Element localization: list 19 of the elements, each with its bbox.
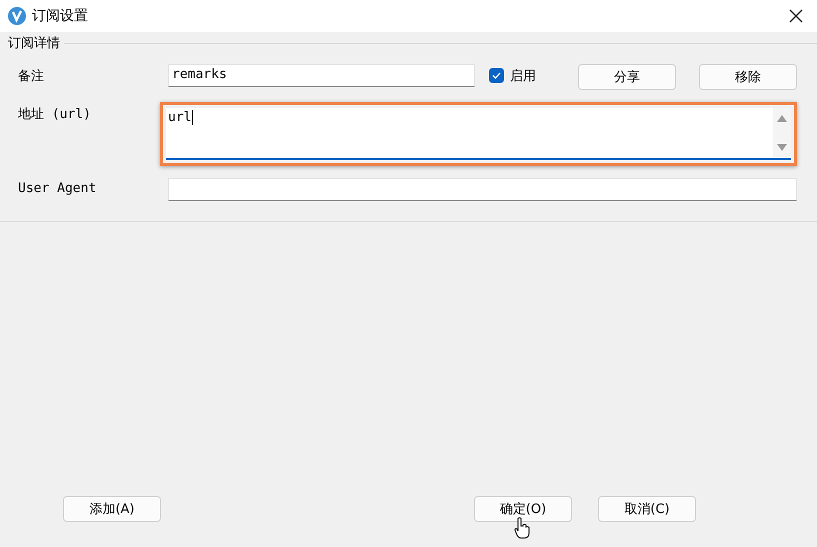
field-label: 地址 (url)	[18, 106, 92, 123]
checkbox-label: 启用	[510, 68, 536, 84]
app-logo-icon	[8, 7, 26, 25]
scroll-up-icon[interactable]	[777, 114, 787, 122]
input-field[interactable]: remarks	[168, 64, 475, 87]
text-area[interactable]: url	[166, 108, 791, 160]
add-button[interactable]: 添加(A)	[63, 496, 161, 522]
window-title: 订阅设置	[32, 7, 89, 25]
group-title: 订阅详情	[8, 35, 60, 52]
close-icon[interactable]	[789, 9, 803, 23]
hand-cursor-icon	[514, 517, 530, 539]
field-label: User Agent	[18, 180, 98, 196]
scroll-down-icon[interactable]	[777, 144, 787, 152]
action-button[interactable]: 分享	[578, 64, 676, 90]
dialog-button[interactable]: 取消(C)	[598, 496, 696, 522]
field-label: 备注	[18, 68, 45, 85]
checkbox[interactable]	[489, 68, 504, 83]
action-button[interactable]: 移除	[699, 64, 797, 90]
dialog-button[interactable]: 确定(O)	[474, 496, 572, 522]
